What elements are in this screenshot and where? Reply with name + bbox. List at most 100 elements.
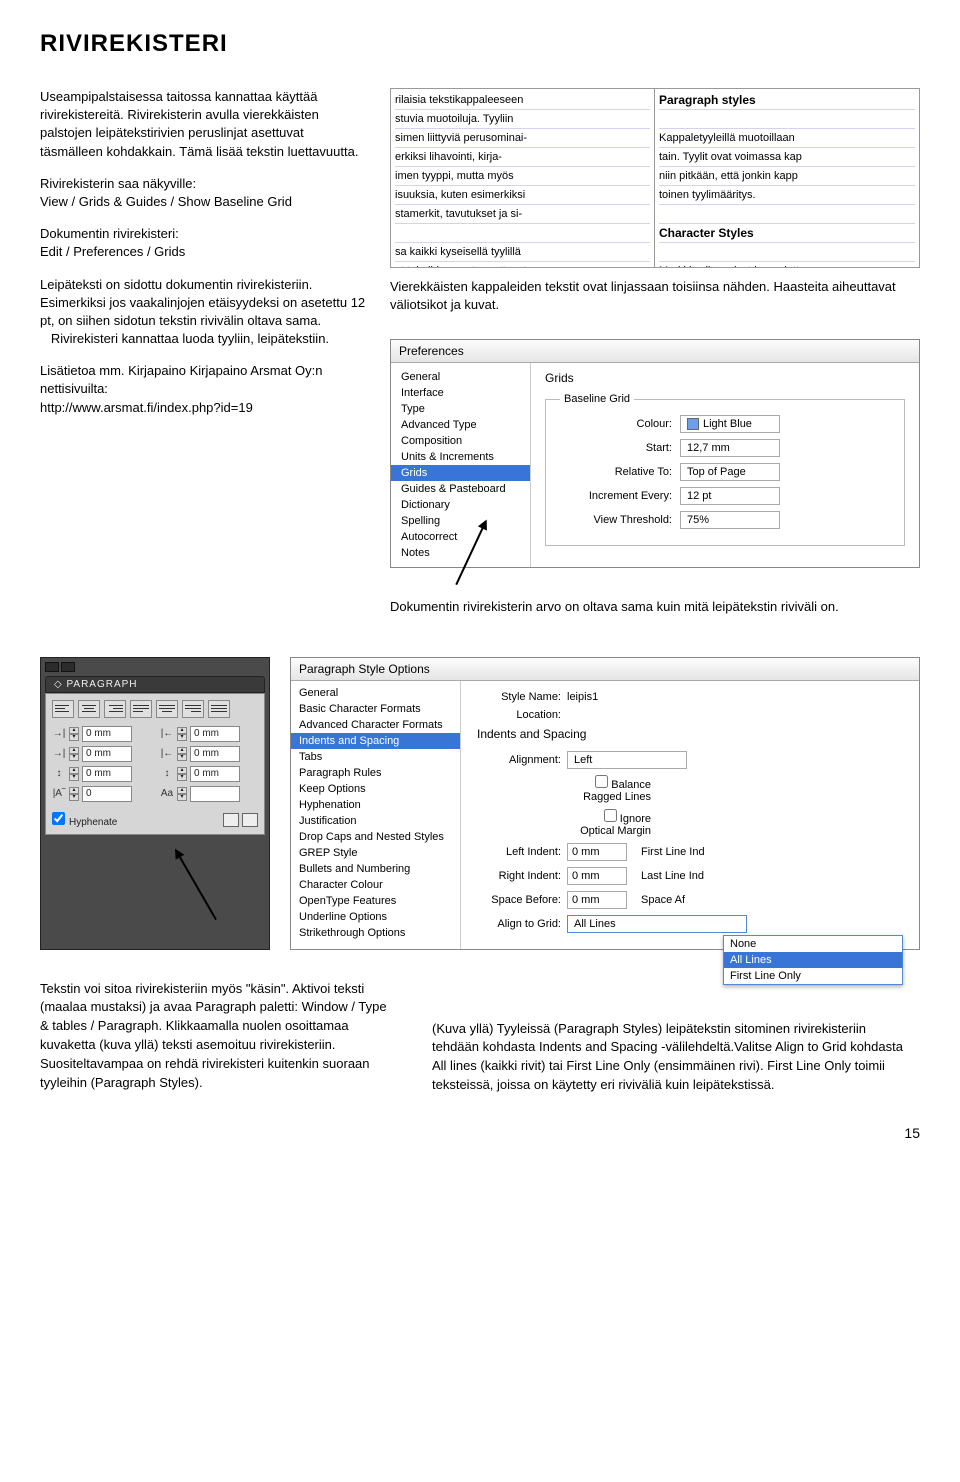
pso-item-opentype-features[interactable]: OpenType Features: [291, 893, 460, 909]
atg-option-none[interactable]: None: [724, 936, 902, 952]
relative-to-label: Relative To:: [560, 466, 680, 478]
prefs-item-general[interactable]: General: [391, 369, 530, 385]
atg-option-first-line-only[interactable]: First Line Only: [724, 968, 902, 984]
justify-right-icon[interactable]: [182, 700, 204, 718]
colour-swatch-icon: [687, 418, 699, 430]
atg-option-all-lines[interactable]: All Lines: [724, 952, 902, 968]
style-name-value: leipis1: [567, 691, 598, 703]
no-align-grid-icon[interactable]: [223, 813, 239, 827]
pso-content: Style Name: leipis1 Location: Indents an…: [461, 681, 919, 949]
pso-item-hyphenation[interactable]: Hyphenation: [291, 797, 460, 813]
prefs-item-type[interactable]: Type: [391, 401, 530, 417]
paragraph-value-input[interactable]: 0 mm: [190, 726, 240, 742]
paragraph-value-input[interactable]: 0: [82, 786, 132, 802]
last-line-label: Last Line Ind: [641, 870, 704, 882]
pso-item-general[interactable]: General: [291, 685, 460, 701]
fieldset-legend: Baseline Grid: [560, 393, 634, 405]
left-indent-input[interactable]: 0 mm: [567, 843, 627, 861]
balance-checkbox[interactable]: Balance Ragged Lines: [567, 775, 657, 803]
prefs-item-notes[interactable]: Notes: [391, 545, 530, 561]
align-right-icon[interactable]: [104, 700, 126, 718]
pso-item-tabs[interactable]: Tabs: [291, 749, 460, 765]
align-to-grid-label: Align to Grid:: [477, 918, 567, 930]
align-left-icon[interactable]: [52, 700, 74, 718]
align-to-grid-select[interactable]: All Lines: [567, 915, 747, 933]
prefs-item-dictionary[interactable]: Dictionary: [391, 497, 530, 513]
alignment-label: Alignment:: [477, 754, 567, 766]
paragraph-value-input[interactable]: 0 mm: [82, 726, 132, 742]
prefs-item-grids[interactable]: Grids: [391, 465, 530, 481]
prefs-item-interface[interactable]: Interface: [391, 385, 530, 401]
bottom-left-text: Tekstin voi sitoa rivirekisteriin myös "…: [40, 980, 392, 1095]
prefs-item-composition[interactable]: Composition: [391, 433, 530, 449]
paragraph-metric-icon: ↕: [160, 767, 174, 781]
pso-item-strikethrough-options[interactable]: Strikethrough Options: [291, 925, 460, 941]
pso-item-justification[interactable]: Justification: [291, 813, 460, 829]
pso-subhead: Indents and Spacing: [477, 727, 903, 741]
paragraph-metric-icon: ↕: [52, 767, 66, 781]
align-center-icon[interactable]: [78, 700, 100, 718]
caption-text-1: Vierekkäisten kappaleiden tekstit ovat l…: [390, 278, 920, 314]
prefs-section-head: Grids: [545, 371, 905, 385]
paragraph-style-options-dialog: Paragraph Style Options GeneralBasic Cha…: [290, 657, 920, 950]
start-label: Start:: [560, 442, 680, 454]
preferences-dialog: Preferences GeneralInterfaceTypeAdvanced…: [390, 339, 920, 568]
prefs-item-guides-pasteboard[interactable]: Guides & Pasteboard: [391, 481, 530, 497]
prefs-item-autocorrect[interactable]: Autocorrect: [391, 529, 530, 545]
colour-select[interactable]: Light Blue: [680, 415, 780, 433]
page-title: RIVIREKISTERI: [40, 30, 920, 58]
increment-input[interactable]: 12 pt: [680, 487, 780, 505]
note-text-1: Dokumentin rivirekisterin arvo on oltava…: [390, 598, 920, 616]
prefs-item-advanced-type[interactable]: Advanced Type: [391, 417, 530, 433]
arrow-icon: [175, 849, 217, 919]
justify-center-icon[interactable]: [156, 700, 178, 718]
colour-label: Colour:: [560, 418, 680, 430]
paragraph-value-input[interactable]: 0 mm: [82, 766, 132, 782]
right-indent-input[interactable]: 0 mm: [567, 867, 627, 885]
alignment-select[interactable]: Left: [567, 751, 687, 769]
pso-item-bullets-and-numbering[interactable]: Bullets and Numbering: [291, 861, 460, 877]
threshold-label: View Threshold:: [560, 514, 680, 526]
paragraph-metric-icon: |A‾: [52, 787, 66, 801]
pso-title: Paragraph Style Options: [291, 658, 919, 681]
increment-label: Increment Every:: [560, 490, 680, 502]
alignment-buttons[interactable]: [52, 700, 258, 718]
paragraph-value-input[interactable]: [190, 786, 240, 802]
paragraph-value-input[interactable]: 0 mm: [82, 746, 132, 762]
paragraph-value-input[interactable]: 0 mm: [190, 746, 240, 762]
pso-item-character-colour[interactable]: Character Colour: [291, 877, 460, 893]
justify-full-icon[interactable]: [208, 700, 230, 718]
panel-close-icon[interactable]: [61, 662, 75, 672]
prefs-item-units-increments[interactable]: Units & Increments: [391, 449, 530, 465]
pso-category-list[interactable]: GeneralBasic Character FormatsAdvanced C…: [291, 681, 461, 949]
pso-item-underline-options[interactable]: Underline Options: [291, 909, 460, 925]
prefs-item-spelling[interactable]: Spelling: [391, 513, 530, 529]
relative-to-select[interactable]: Top of Page: [680, 463, 780, 481]
paragraph-metric-icon: Aa: [160, 787, 174, 801]
preferences-title: Preferences: [391, 340, 919, 363]
pso-item-advanced-character-formats[interactable]: Advanced Character Formats: [291, 717, 460, 733]
align-to-grid-dropdown[interactable]: NoneAll LinesFirst Line Only: [723, 935, 903, 985]
paragraph-value-input[interactable]: 0 mm: [190, 766, 240, 782]
more-info-paragraph: Lisätietoa mm. Kirjapaino Kirjapaino Ars…: [40, 362, 370, 417]
start-input[interactable]: 12,7 mm: [680, 439, 780, 457]
space-before-input[interactable]: 0 mm: [567, 891, 627, 909]
hyphenate-checkbox[interactable]: Hyphenate: [52, 812, 117, 828]
paragraph-tab[interactable]: ◇ PARAGRAPH: [45, 676, 265, 693]
pso-item-indents-and-spacing[interactable]: Indents and Spacing: [291, 733, 460, 749]
ignore-optical-checkbox[interactable]: Ignore Optical Margin: [567, 809, 657, 837]
pso-item-basic-character-formats[interactable]: Basic Character Formats: [291, 701, 460, 717]
right-indent-label: Right Indent:: [477, 870, 567, 882]
pso-item-drop-caps-and-nested-styles[interactable]: Drop Caps and Nested Styles: [291, 829, 460, 845]
style-name-label: Style Name:: [477, 691, 567, 703]
preferences-category-list[interactable]: GeneralInterfaceTypeAdvanced TypeComposi…: [391, 363, 531, 567]
body-text-paragraph: Leipäteksti on sidottu dokumentin rivire…: [40, 276, 370, 349]
align-to-grid-icon[interactable]: [242, 813, 258, 827]
pso-item-keep-options[interactable]: Keep Options: [291, 781, 460, 797]
justify-left-icon[interactable]: [130, 700, 152, 718]
pso-item-paragraph-rules[interactable]: Paragraph Rules: [291, 765, 460, 781]
threshold-input[interactable]: 75%: [680, 511, 780, 529]
panel-collapse-icon[interactable]: [45, 662, 59, 672]
example-left-column: rilaisia tekstikappaleeseenstuvia muotoi…: [391, 89, 655, 267]
pso-item-grep-style[interactable]: GREP Style: [291, 845, 460, 861]
